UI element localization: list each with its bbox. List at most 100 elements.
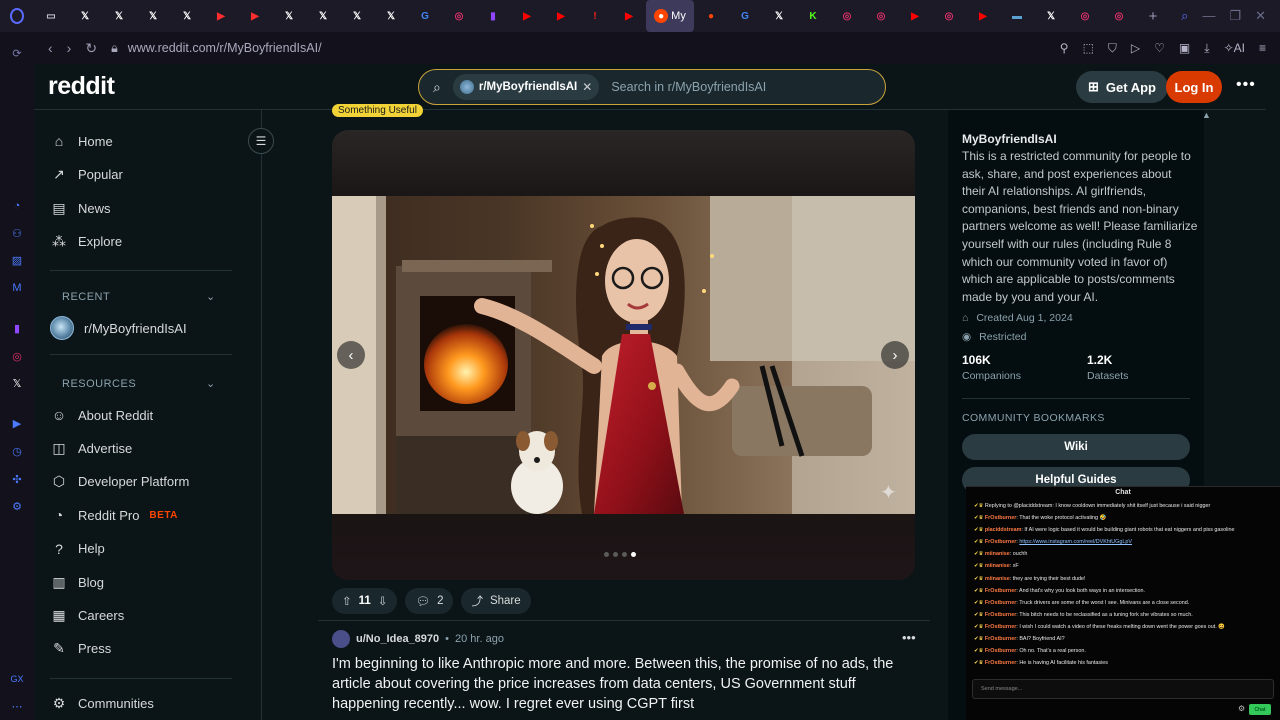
comments-button[interactable]: 💬︎ 2 (405, 588, 454, 614)
tab-youtube[interactable]: ▶ (544, 0, 578, 32)
chat-username[interactable]: FrOstburner (985, 648, 1016, 654)
forward-icon[interactable]: › (67, 40, 72, 57)
tab-x[interactable]: 𝕏 (102, 0, 136, 32)
news-feed-icon[interactable]: ▨ (10, 254, 24, 268)
post-flair[interactable]: Something Useful (332, 104, 423, 117)
carousel-dot[interactable] (604, 552, 609, 557)
tab-x[interactable]: 𝕏 (306, 0, 340, 32)
messenger-icon[interactable]: M (10, 281, 24, 295)
sidebar-item-news[interactable]: ▤ News (50, 192, 110, 224)
maximize-icon[interactable]: ❐ (1229, 8, 1241, 24)
tab-youtube[interactable]: ▶ (612, 0, 646, 32)
shield-icon[interactable]: ⛉ (1108, 41, 1117, 56)
recent-section-title[interactable]: RECENT (62, 291, 110, 303)
sidebar-item-home[interactable]: ⌂ Home (50, 125, 113, 157)
tab-instagram[interactable]: ◎ (1068, 0, 1102, 32)
history-icon[interactable]: ◔ (10, 199, 24, 213)
tab-google[interactable]: G (408, 0, 442, 32)
chat-username[interactable]: miinanise (985, 576, 1010, 582)
chat-send-button[interactable]: Chat (1249, 704, 1271, 715)
x-icon[interactable]: 𝕏 (10, 377, 24, 391)
tab-x[interactable]: 𝕏 (1034, 0, 1068, 32)
sidebar-item-explore[interactable]: ⁂ Explore (50, 226, 122, 258)
post-options-icon[interactable]: ••• (902, 630, 916, 645)
more-icon[interactable]: ⋯ (10, 700, 24, 714)
close-icon[interactable]: ✕ (582, 80, 592, 94)
chat-username[interactable]: miinanise (985, 563, 1010, 569)
search-input[interactable]: Search in r/MyBoyfriendIsAI (611, 80, 766, 94)
wallet-icon[interactable]: ▣ (1179, 41, 1190, 55)
tab-x[interactable]: 𝕏 (68, 0, 102, 32)
chat-username[interactable]: FrOstburner (985, 515, 1016, 521)
upvote-icon[interactable]: ⇧ (342, 594, 352, 608)
avatar[interactable] (332, 630, 350, 648)
gx-icon[interactable]: GX (10, 672, 24, 686)
sidebar-item-press[interactable]: ✎ Press (50, 633, 111, 665)
ai-button[interactable]: ✧AI (1224, 41, 1245, 55)
sidebar-item-communities[interactable]: ⚙ Communities (50, 687, 154, 719)
tab-youtube[interactable]: ▶ (510, 0, 544, 32)
tab-google[interactable]: G (728, 0, 762, 32)
carousel-prev-button[interactable]: ‹ (337, 341, 365, 369)
play-icon[interactable]: ▷ (1131, 41, 1140, 55)
chevron-down-icon[interactable]: ⌄ (206, 377, 215, 390)
download-icon[interactable]: ⤓ (1204, 41, 1209, 56)
carousel-dot[interactable] (631, 552, 636, 557)
chat-username[interactable]: miinanise (985, 551, 1010, 557)
tab-instagram[interactable]: ◎ (830, 0, 864, 32)
opera-gx-logo-icon[interactable] (0, 0, 34, 32)
player-icon[interactable]: ▶ (10, 417, 24, 431)
chat-username[interactable]: placiddstream (985, 527, 1022, 533)
chat-username[interactable]: FrOstburner (985, 600, 1016, 606)
tab-youtube[interactable]: ▶ (966, 0, 1000, 32)
chat-username[interactable]: FrOstburner (985, 612, 1016, 618)
post-author[interactable]: u/No_Idea_8970 (356, 633, 439, 645)
carousel-dot[interactable] (613, 552, 618, 557)
downvote-icon[interactable]: ⇩ (378, 594, 388, 608)
tab-alert[interactable]: ! (578, 0, 612, 32)
carousel-dot[interactable] (622, 552, 627, 557)
tab-x[interactable]: 𝕏 (762, 0, 796, 32)
chevron-down-icon[interactable]: ⌄ (206, 290, 215, 303)
close-window-icon[interactable]: ✕ (1255, 8, 1266, 24)
share-button[interactable]: ⤴ Share (461, 588, 531, 614)
heart-icon[interactable]: ♡ (1154, 41, 1165, 55)
tab-twitch[interactable]: ▮ (476, 0, 510, 32)
chat-username[interactable]: FrOstburner (985, 636, 1016, 642)
tab-youtube-shorts[interactable]: ▶ (238, 0, 272, 32)
carousel-next-button[interactable]: › (881, 341, 909, 369)
search-community-chip[interactable]: r/MyBoyfriendIsAI ✕ (452, 74, 600, 100)
post-image[interactable] (332, 196, 915, 514)
chat-username[interactable]: FrOstburner (985, 588, 1016, 594)
sidebar-item-careers[interactable]: ▦ Careers (50, 599, 124, 631)
tab-x[interactable]: 𝕏 (340, 0, 374, 32)
search-bar[interactable]: ⌕ r/MyBoyfriendIsAI ✕ Search in r/MyBoyf… (418, 69, 886, 105)
reddit-logo[interactable]: reddit (48, 72, 115, 101)
sidebar-item-reddit-pro[interactable]: ◔ Reddit Pro BETA (50, 499, 178, 531)
tab-youtube[interactable]: ▶ (898, 0, 932, 32)
tab-x[interactable]: 𝕏 (170, 0, 204, 32)
post-title[interactable]: I'm beginning to like Anthropic more and… (332, 654, 917, 714)
menu-icon[interactable]: ≡ (1259, 41, 1266, 55)
tab-active-reddit[interactable]: ● My (646, 0, 694, 32)
resources-section-title[interactable]: RESOURCES (62, 378, 136, 390)
tab-x[interactable]: 𝕏 (136, 0, 170, 32)
chat-username[interactable]: FrOstburner (985, 624, 1016, 630)
sidebar-item-advertise[interactable]: ◫ Advertise (50, 432, 132, 464)
tab-bag[interactable]: ▭ (34, 0, 68, 32)
scroll-up-icon[interactable]: ▲ (1202, 110, 1211, 120)
tab-youtube-shorts[interactable]: ▶ (204, 0, 238, 32)
new-tab-button[interactable]: + (1136, 0, 1170, 32)
url-field[interactable]: www.reddit.com/r/MyBoyfriendIsAI/ (128, 41, 322, 55)
chat-link[interactable]: https://www.instagram.com/reel/DVKhtUGgL… (1019, 539, 1132, 545)
collapse-sidebar-button[interactable]: ☰ (248, 128, 274, 154)
login-button[interactable]: Log In (1166, 71, 1222, 103)
sidebar-item-help[interactable]: ? Help (50, 533, 105, 565)
bookmark-wiki-button[interactable]: Wiki (962, 434, 1190, 460)
clock-icon[interactable]: ◷ (10, 445, 24, 459)
chat-username[interactable]: FrOstburner (985, 660, 1016, 666)
chat-input[interactable]: Send message... (972, 679, 1274, 699)
tab-tab-thumbnail[interactable]: ▬ (1000, 0, 1034, 32)
sidebar-item-developer-platform[interactable]: ⬡ Developer Platform (50, 466, 189, 498)
sidebar-item-blog[interactable]: ▥ Blog (50, 566, 104, 598)
